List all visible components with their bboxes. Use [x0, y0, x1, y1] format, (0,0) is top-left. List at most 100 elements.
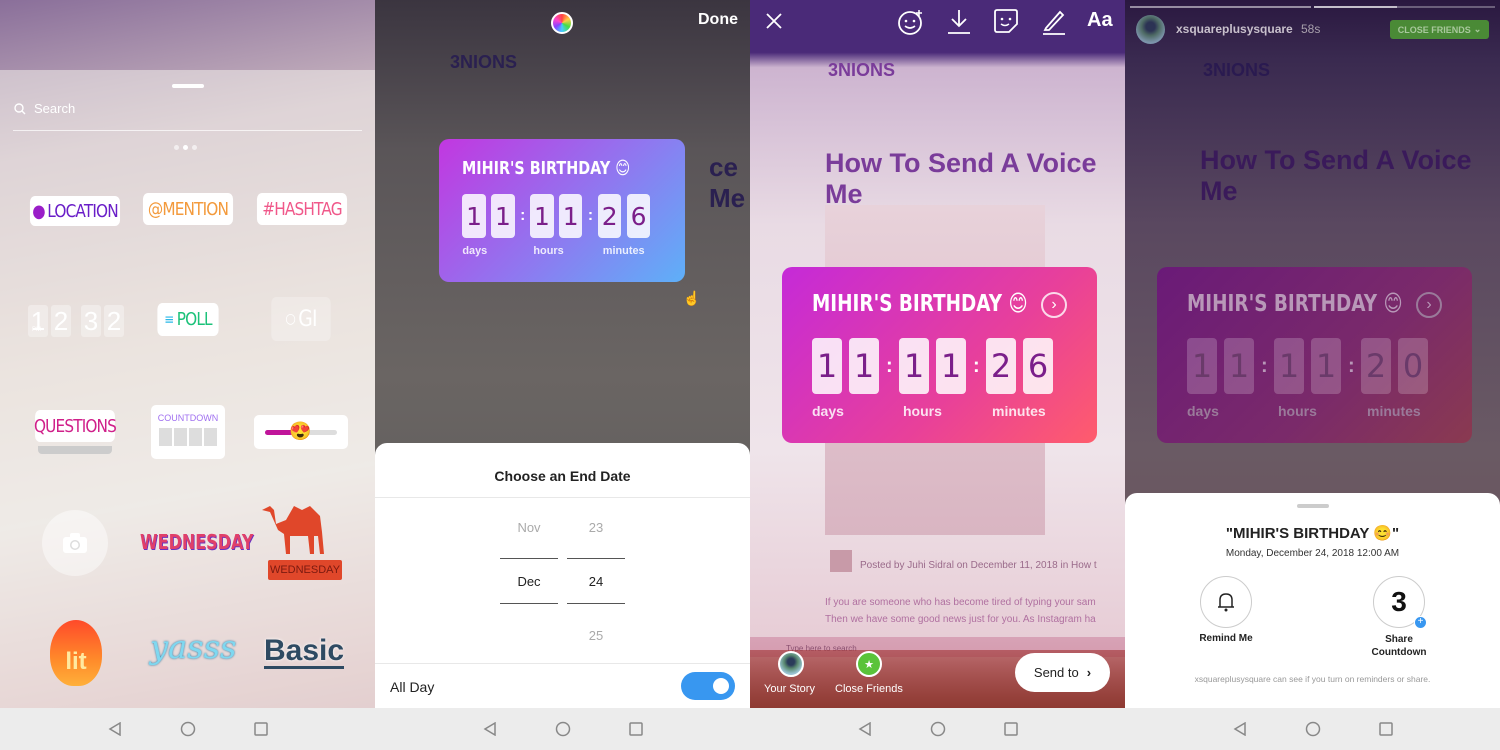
countdown-digit: 1 — [491, 194, 515, 239]
close-friends-star-icon[interactable]: ★ — [856, 651, 882, 677]
home-icon[interactable] — [1305, 721, 1321, 737]
countdown-sticker[interactable]: COUNTDOWN — [151, 405, 225, 459]
background-logo: 3NIONS — [1203, 60, 1271, 80]
countdown-digit: 6 — [1023, 338, 1053, 394]
background-logo: 3NIONS — [828, 60, 896, 80]
recents-icon[interactable] — [1003, 722, 1018, 736]
colon-separator: : — [520, 207, 526, 225]
countdown-label-hours: hours — [903, 403, 942, 419]
draw-pen-icon[interactable] — [1042, 8, 1066, 36]
poll-sticker[interactable]: ≡ POLL — [157, 303, 219, 336]
sheet-handle[interactable] — [171, 84, 204, 88]
basic-sticker[interactable]: Basic — [264, 636, 345, 669]
back-icon[interactable] — [858, 722, 872, 736]
all-day-toggle[interactable] — [681, 672, 735, 700]
camera-sticker-button[interactable] — [42, 510, 108, 576]
close-friends-badge-label: CLOSE FRIENDS — [1397, 24, 1471, 35]
countdown-sticker[interactable]: MIHIR'S BIRTHDAY 😊 1 1:1 1:2 6 days hours minut… — [439, 139, 685, 282]
search-icon — [14, 102, 26, 114]
search-input[interactable]: Search — [14, 101, 75, 116]
back-icon[interactable] — [1233, 722, 1247, 736]
done-button[interactable]: Done — [698, 11, 738, 29]
plus-icon: + — [1414, 616, 1427, 629]
lit-sticker[interactable]: lit — [50, 620, 102, 686]
download-icon[interactable] — [947, 8, 971, 36]
chevron-down-icon: ⌄ — [1473, 24, 1482, 34]
day-option[interactable]: 23 — [567, 520, 625, 535]
remind-me-button[interactable] — [1200, 576, 1252, 628]
your-story-button[interactable]: Your Story — [764, 683, 815, 695]
month-option-selected[interactable]: Dec — [500, 574, 558, 589]
story-progress-bar — [1314, 6, 1495, 8]
countdown-sticker[interactable]: MIHIR'S BIRTHDAY 😊 › 1 1:1 1:2 6 days hours minu… — [782, 267, 1097, 443]
color-wheel-icon[interactable] — [551, 12, 573, 34]
end-date-sheet: Choose an End Date Nov Dec 23 24 25 All … — [375, 443, 750, 708]
countdown-label-days: days — [1187, 403, 1219, 419]
countdown-edit-screen: 3NIONS ce Me Done MIHIR'S BIRTHDAY 😊 1 1:1… — [375, 0, 750, 750]
gif-sticker[interactable]: ○ GI — [271, 297, 331, 341]
username[interactable]: xsquareplusysquare — [1176, 22, 1293, 36]
countdown-label-days: days — [462, 245, 488, 258]
recents-icon[interactable] — [253, 722, 268, 736]
countdown-digits: 11:11:26 — [812, 338, 1053, 394]
yasss-sticker[interactable]: yasss — [150, 628, 236, 666]
share-countdown-button[interactable]: 3 + — [1373, 576, 1427, 629]
your-story-avatar[interactable] — [778, 651, 804, 677]
month-option[interactable]: Nov — [500, 520, 558, 535]
chevron-circle-icon[interactable]: › — [1416, 292, 1442, 318]
location-sticker[interactable]: ● LOCATION — [29, 196, 121, 226]
time-sticker[interactable]: 1 2 3 2 PM — [28, 305, 124, 337]
close-icon[interactable] — [765, 12, 783, 30]
time-ampm: PM — [32, 327, 41, 333]
close-friends-badge[interactable]: CLOSE FRIENDS ⌄ — [1390, 20, 1489, 39]
sticker-tray — [0, 70, 375, 708]
search-icon: ○ — [285, 311, 295, 327]
heart-eyes-emoji-icon: 😍 — [289, 421, 312, 441]
chevron-circle-icon[interactable]: › — [1041, 292, 1067, 318]
home-icon[interactable] — [180, 721, 196, 737]
camera-icon — [63, 533, 87, 553]
countdown-info-sheet: "MIHIR'S BIRTHDAY 😊" Monday, December 24… — [1125, 493, 1500, 708]
remind-me-label: Remind Me — [1199, 633, 1253, 644]
countdown-digit: 1 — [849, 338, 879, 394]
back-icon[interactable] — [108, 722, 122, 736]
sticker-icon[interactable] — [993, 8, 1019, 34]
text-tool-button[interactable]: Aa — [1087, 9, 1113, 32]
user-avatar[interactable] — [1136, 15, 1165, 44]
mention-sticker[interactable]: @MENTION — [142, 193, 234, 225]
countdown-title: MIHIR'S BIRTHDAY 😊 — [812, 291, 1028, 317]
emoji-slider-sticker[interactable]: 😍 — [254, 415, 348, 449]
sheet-handle[interactable] — [1296, 504, 1329, 508]
colon-separator: : — [886, 354, 893, 377]
background-text-line: If you are someone who has become tired … — [825, 597, 1096, 608]
day-option[interactable]: 25 — [567, 628, 625, 643]
back-icon[interactable] — [483, 722, 497, 736]
recents-icon[interactable] — [1378, 722, 1393, 736]
home-icon[interactable] — [930, 721, 946, 737]
day-option-selected[interactable]: 24 — [567, 574, 625, 589]
background-author-thumb — [830, 550, 852, 572]
recents-icon[interactable] — [628, 722, 643, 736]
colon-separator: : — [1261, 354, 1268, 377]
countdown-label-minutes: minutes — [992, 403, 1046, 419]
time-digit: 3 — [81, 305, 101, 337]
face-effects-icon[interactable] — [897, 8, 925, 36]
poll-label: POLL — [176, 309, 213, 330]
story-compose-screen: 3NIONS How To Send A Voice Me Posted by … — [750, 0, 1125, 750]
countdown-digits: 11:11:26 — [462, 194, 651, 239]
share-label: Share — [1385, 634, 1413, 645]
send-to-button[interactable]: Send to › — [1015, 653, 1110, 692]
close-friends-button[interactable]: Close Friends — [835, 683, 903, 695]
hashtag-label: #HASHTAG — [262, 198, 342, 220]
camel-wednesday-sticker[interactable]: WEDNESDAY — [258, 502, 346, 582]
home-icon[interactable] — [555, 721, 571, 737]
background-posted-text: Posted by Juhi Sidral on December 11, 20… — [860, 560, 1097, 571]
countdown-label-minutes: minutes — [602, 245, 645, 258]
countdown-digit: 0 — [1398, 338, 1428, 394]
wednesday-sticker[interactable]: WEDNESDAY — [140, 530, 253, 554]
gif-label: GI — [298, 306, 317, 332]
chevron-right-icon: › — [1086, 665, 1092, 680]
hashtag-sticker[interactable]: #HASHTAG — [256, 193, 348, 225]
questions-sticker[interactable]: QUESTIONS — [34, 410, 117, 442]
countdown-sticker[interactable]: MIHIR'S BIRTHDAY 😊 › 1 1:1 1:2 0 days hours minu… — [1157, 267, 1472, 443]
